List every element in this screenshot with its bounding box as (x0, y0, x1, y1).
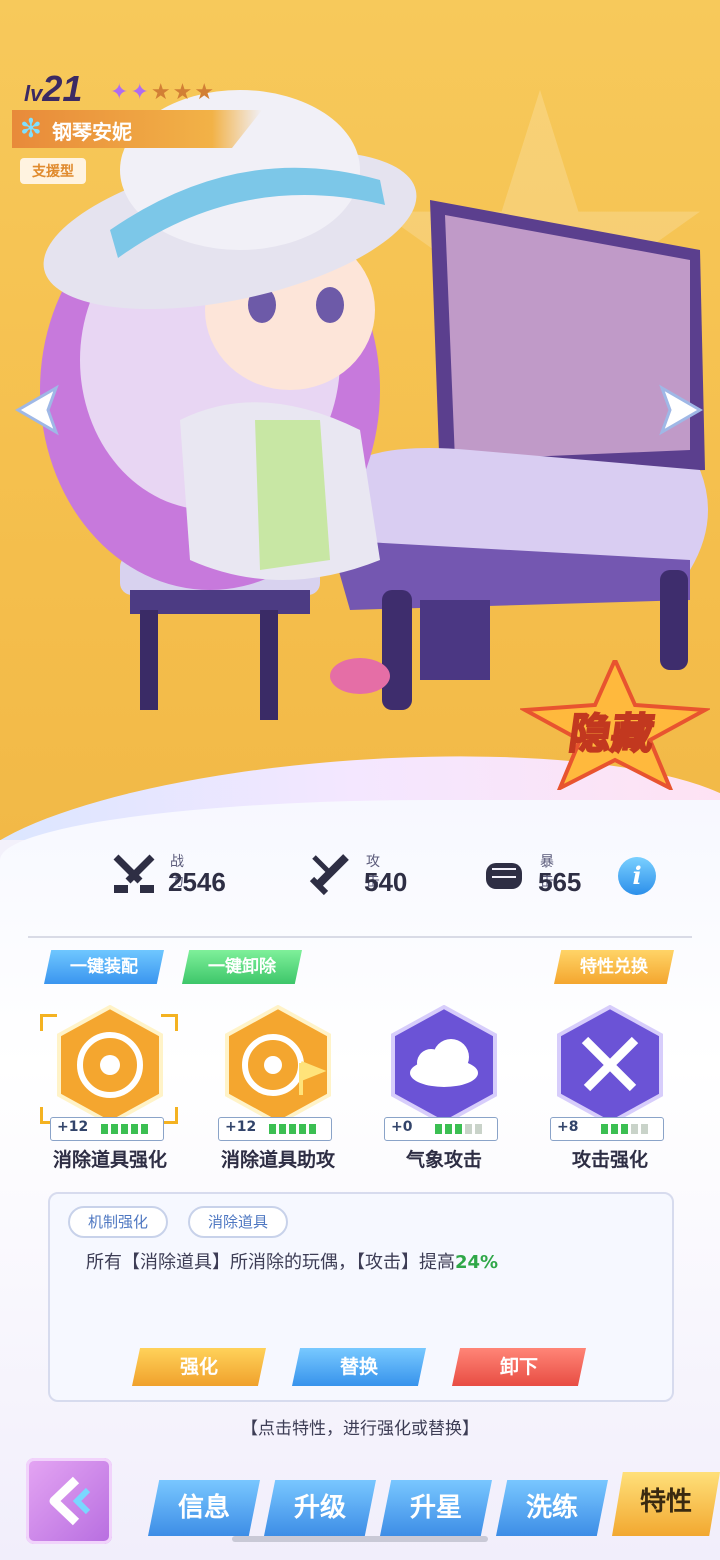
character-name-bar: ✻ 钢琴安妮 (12, 110, 262, 148)
trait-description: 所有【消除道具】所消除的玩偶，【攻击】提高24% (86, 1248, 498, 1274)
trait-slot-4[interactable]: +8 攻击强化 (540, 1005, 680, 1175)
fist-icon (486, 863, 522, 889)
trait-exchange-button[interactable]: 特性兑换 (554, 950, 674, 984)
trait-tag: 机制强化 (68, 1206, 169, 1238)
trait-level: +12 (57, 1119, 89, 1135)
trait-level-bars (435, 1124, 482, 1134)
swirl-flag-icon (225, 1005, 331, 1125)
tab-traits[interactable]: 特性 (612, 1472, 720, 1536)
star-empty-icon: ★ (172, 80, 193, 105)
level-prefix: lv (24, 81, 43, 106)
trait-tag: 消除道具 (188, 1206, 289, 1238)
trait-level-tag: +8 (550, 1117, 664, 1141)
swirl-icon (57, 1005, 163, 1125)
trait-level-bars (101, 1124, 148, 1134)
remove-button[interactable]: 卸下 (452, 1348, 586, 1386)
snowflake-icon: ✻ (20, 114, 42, 144)
info-icon[interactable]: i (618, 857, 656, 895)
trait-slot-1[interactable]: +12 消除道具强化 (40, 1005, 180, 1175)
stat-value: 540 (364, 867, 408, 897)
role-tag: 支援型 (20, 158, 86, 184)
trait-level: +12 (225, 1119, 257, 1135)
stat-value: 2546 (168, 867, 226, 897)
trait-description-text: 所有【消除道具】所消除的玩偶，【攻击】提高 (86, 1252, 455, 1273)
hint-text: 【点击特性，进行强化或替换】 (241, 1419, 479, 1439)
star-filled-icon: ✦ (110, 80, 129, 105)
trait-level: +8 (557, 1119, 579, 1135)
previous-character-arrow-icon[interactable] (12, 380, 72, 440)
star-rating: ✦ ✦ ★ ★ ★ (110, 80, 214, 105)
divider (28, 936, 692, 938)
trait-level-tag: +0 (384, 1117, 498, 1141)
character-name: 钢琴安妮 (52, 120, 132, 144)
trait-level-bars (601, 1124, 648, 1134)
star-empty-icon: ★ (150, 80, 171, 105)
trait-name: 攻击强化 (571, 1149, 648, 1171)
trait-level-tag: +12 (218, 1117, 332, 1141)
cloud-icon (391, 1005, 497, 1125)
crossed-swords-icon (557, 1005, 663, 1125)
trait-slot-2[interactable]: +12 消除道具助攻 (208, 1005, 348, 1175)
stats-row: 战力 2546 攻击 540 暴击 565 (0, 845, 720, 915)
trait-level-bars (269, 1124, 316, 1134)
trait-name: 气象攻击 (405, 1149, 482, 1171)
star-empty-icon: ★ (194, 80, 215, 105)
hidden-badge-label: 隐藏 (565, 708, 658, 759)
trait-description-value: 24% (455, 1252, 499, 1273)
replace-button[interactable]: 替换 (292, 1348, 426, 1386)
level-display: lv21 (24, 68, 82, 110)
trait-slot-3[interactable]: +0 气象攻击 (374, 1005, 514, 1175)
tab-star-up[interactable]: 升星 (380, 1480, 492, 1536)
trait-level-tag: +12 (50, 1117, 164, 1141)
hidden-rarity-badge: 隐藏 (518, 655, 712, 793)
home-indicator (232, 1536, 488, 1542)
trait-name: 消除道具强化 (52, 1149, 167, 1171)
trait-level: +0 (391, 1119, 413, 1135)
trait-name: 消除道具助攻 (220, 1149, 335, 1171)
tab-info[interactable]: 信息 (148, 1480, 260, 1536)
equip-all-button[interactable]: 一键装配 (44, 950, 164, 984)
stat-value: 565 (538, 867, 582, 897)
sword-icon (309, 854, 349, 896)
upgrade-button[interactable]: 强化 (132, 1348, 266, 1386)
unequip-all-button[interactable]: 一键卸除 (182, 950, 302, 984)
tab-refine[interactable]: 洗练 (496, 1480, 608, 1536)
back-button[interactable] (26, 1458, 112, 1544)
star-filled-icon: ✦ (130, 80, 149, 105)
tab-upgrade[interactable]: 升级 (264, 1480, 376, 1536)
back-chevron-icon (49, 1476, 91, 1526)
level-number: 21 (42, 68, 83, 109)
next-character-arrow-icon[interactable] (646, 380, 706, 440)
crossed-swords-icon (113, 854, 155, 893)
